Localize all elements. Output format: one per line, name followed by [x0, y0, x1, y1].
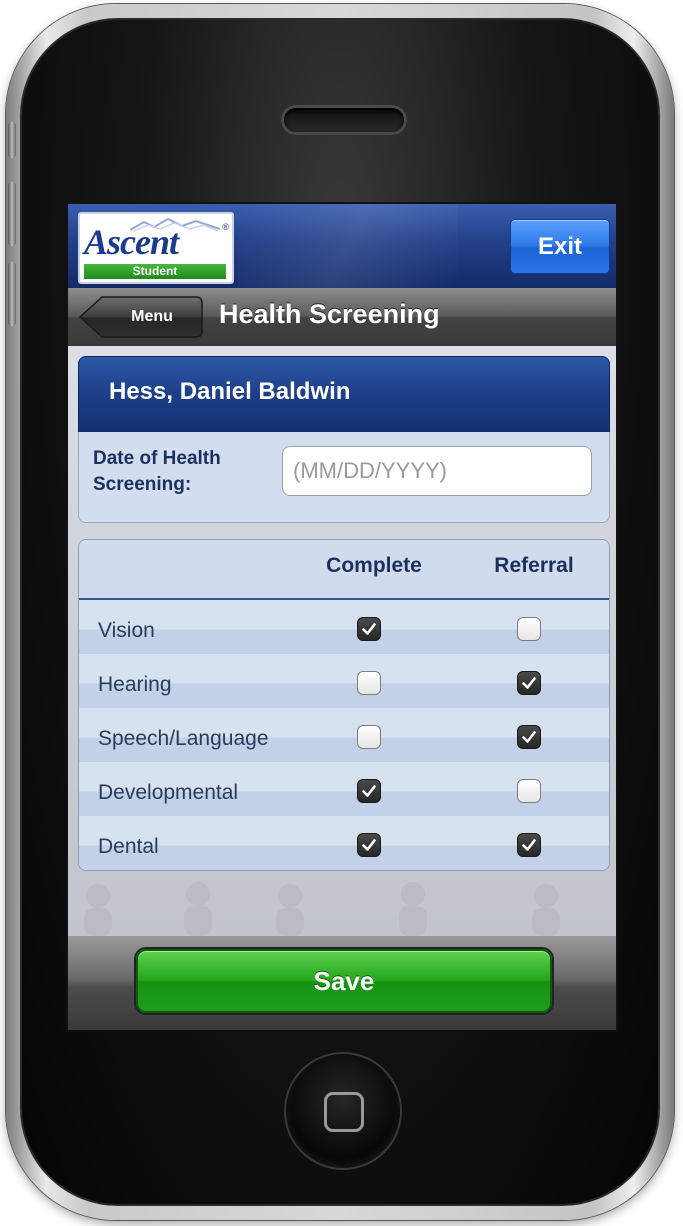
background-silhouettes: [84, 882, 560, 936]
complete-checkbox[interactable]: [357, 833, 381, 857]
menu-label: Menu: [131, 308, 173, 325]
referral-checkbox[interactable]: [517, 617, 541, 641]
nav-bar: Menu Health Screening: [68, 288, 616, 347]
student-name: Hess, Daniel Baldwin: [109, 378, 351, 405]
checkmark-icon: [522, 731, 536, 743]
mute-switch: [8, 122, 16, 158]
volume-down-button: [8, 262, 16, 326]
table-header: Complete Referral: [79, 540, 609, 600]
referral-checkbox[interactable]: [517, 725, 541, 749]
table-row: Developmental: [79, 762, 609, 818]
date-label: Date of Health Screening:: [93, 448, 221, 495]
date-section: Date of Health Screening:: [78, 432, 610, 523]
earpiece-speaker: [284, 108, 404, 132]
table-row: Hearing: [79, 654, 609, 710]
home-square-icon: [324, 1092, 364, 1132]
referral-checkbox[interactable]: [517, 671, 541, 695]
exit-button[interactable]: Exit: [510, 219, 610, 274]
referral-checkbox[interactable]: [517, 833, 541, 857]
volume-up-button: [8, 182, 16, 246]
ascent-logo: Ascent ® Student: [78, 212, 234, 284]
column-header-complete: Complete: [326, 554, 422, 577]
logo-wordmark: Ascent: [84, 222, 179, 262]
content-area: Hess, Daniel Baldwin Date of Health Scre…: [68, 346, 616, 936]
row-label: Dental: [98, 835, 159, 858]
registered-mark: ®: [222, 222, 229, 232]
screening-table: Complete Referral Vision Hearing Speech/…: [78, 539, 610, 871]
app-screen: Ascent ® Student Exit Menu Health Screen…: [68, 204, 616, 1030]
menu-back-button[interactable]: Menu: [78, 295, 204, 339]
complete-checkbox[interactable]: [357, 617, 381, 641]
row-label: Speech/Language: [98, 727, 269, 750]
complete-checkbox[interactable]: [357, 671, 381, 695]
column-header-referral: Referral: [494, 554, 574, 577]
checkmark-icon: [522, 677, 536, 689]
table-row: Dental: [79, 816, 609, 870]
checkmark-icon: [522, 839, 536, 851]
date-input[interactable]: [282, 446, 592, 496]
row-label: Vision: [98, 619, 155, 642]
save-button[interactable]: Save: [136, 949, 552, 1013]
page-title: Health Screening: [219, 299, 440, 329]
student-header: Hess, Daniel Baldwin: [78, 356, 610, 434]
checkmark-icon: [362, 623, 376, 635]
logo-subtitle: Student: [84, 264, 226, 279]
app-header: Ascent ® Student Exit: [68, 204, 616, 288]
row-label: Developmental: [98, 781, 239, 804]
row-label: Hearing: [98, 673, 172, 696]
table-row: Speech/Language: [79, 708, 609, 764]
checkmark-icon: [362, 839, 376, 851]
table-row: Vision: [79, 600, 609, 656]
checkmark-icon: [362, 785, 376, 797]
home-button[interactable]: [286, 1054, 400, 1168]
footer-bar: Save: [68, 936, 616, 1030]
referral-checkbox[interactable]: [517, 779, 541, 803]
complete-checkbox[interactable]: [357, 725, 381, 749]
complete-checkbox[interactable]: [357, 779, 381, 803]
